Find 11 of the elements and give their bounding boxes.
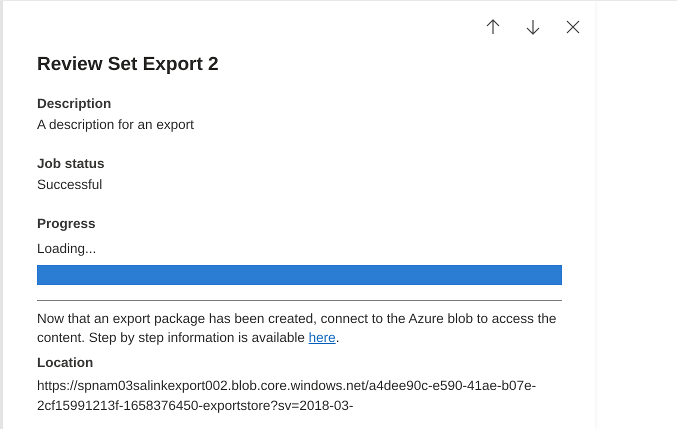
field-label: Location: [37, 355, 94, 370]
progress-status: Loading...: [37, 241, 98, 256]
info-text: Now that an export package has been created, connect to the Azure blob to access the content. Step by step information is available here.: [37, 310, 558, 347]
help-link[interactable]: here: [308, 330, 336, 345]
field-value: Successful: [37, 177, 104, 192]
panel-title: Review Set Export 2: [37, 54, 220, 76]
field-value: A description for an export: [37, 117, 195, 132]
field-label: Progress: [37, 216, 97, 231]
field-label: Description: [37, 96, 112, 111]
field-label: Job status: [37, 156, 106, 171]
location-url: https://spnam03salinkexport002.blob.core.windows.net/a4dee90c-e590-41ae-b07e-2cf15991213f-1658376450-exportstore?sv=2018-03-: [37, 377, 538, 415]
